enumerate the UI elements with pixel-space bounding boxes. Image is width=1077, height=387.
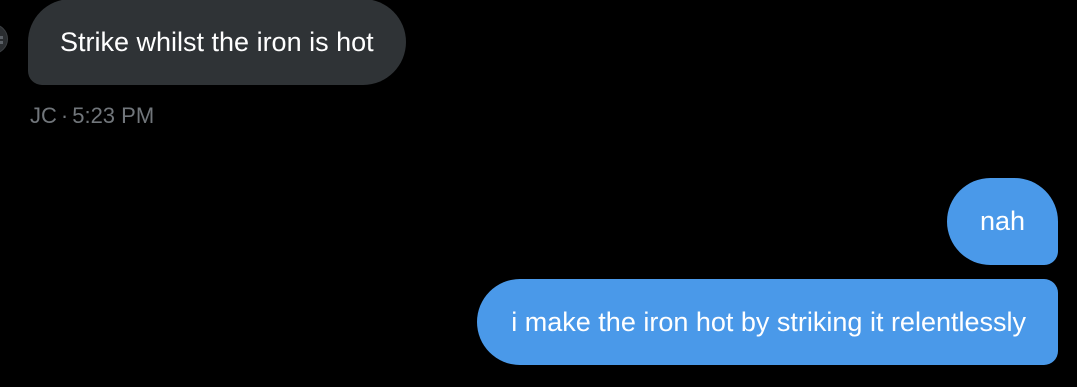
message-timestamp: 5:23 PM <box>72 103 155 128</box>
outgoing-message-bubble[interactable]: nah <box>946 178 1058 265</box>
sender-initials: JC <box>30 103 57 128</box>
message-text: nah <box>979 206 1025 236</box>
message-text: Strike whilst the iron is hot <box>60 26 374 57</box>
message-text: i make the iron hot by striking it relen… <box>511 306 1026 337</box>
meta-separator: · <box>60 103 69 128</box>
message-meta: JC · 5:23 PM <box>30 104 154 128</box>
incoming-message-bubble[interactable]: Strike whilst the iron is hot <box>28 0 406 85</box>
avatar[interactable] <box>0 24 8 54</box>
outgoing-message-bubble[interactable]: i make the iron hot by striking it relen… <box>477 279 1058 365</box>
